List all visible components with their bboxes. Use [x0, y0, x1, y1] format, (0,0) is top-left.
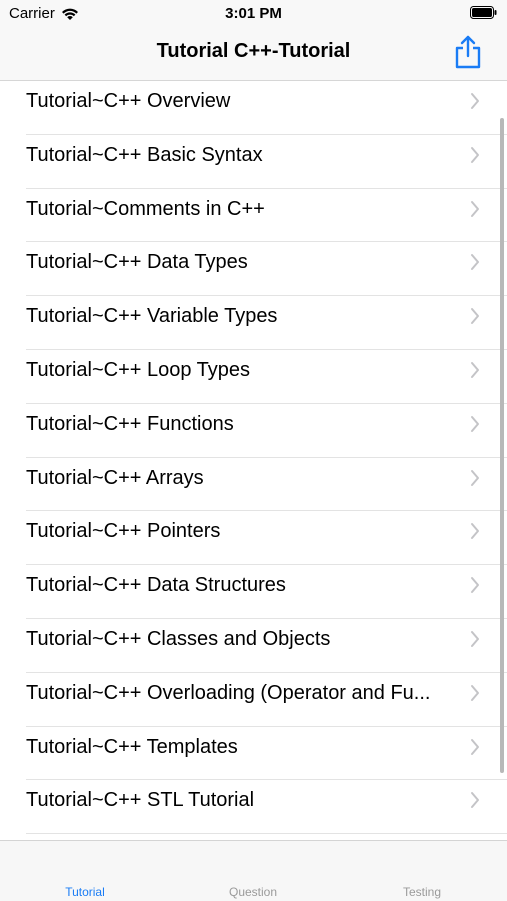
list-item[interactable]: Tutorial~C++ Pointers: [0, 511, 507, 565]
status-bar: Carrier 3:01 PM: [0, 0, 507, 28]
clock: 3:01 PM: [225, 5, 282, 22]
battery-icon: [470, 6, 497, 19]
list-item[interactable]: Tutorial~C++ Data Structures: [0, 565, 507, 619]
navigation-bar: Tutorial C++-Tutorial: [0, 28, 507, 81]
chevron-right-icon: [471, 415, 479, 432]
list-item-label: Tutorial~C++ Arrays: [26, 466, 204, 489]
list-item[interactable]: Tutorial~Comments in C++: [0, 189, 507, 243]
list-item-label: Tutorial~C++ Data Structures: [26, 574, 286, 597]
page-title: Tutorial C++-Tutorial: [156, 40, 351, 62]
chevron-right-icon: [471, 146, 479, 163]
list-item-label: Tutorial~C++ Classes and Objects: [26, 627, 331, 650]
list-item-label: Tutorial~C++ Overloading (Operator and F…: [26, 681, 431, 704]
chevron-right-icon: [471, 200, 479, 217]
list-item-label: Tutorial~C++ Basic Syntax: [26, 143, 263, 166]
list-item[interactable]: Tutorial~C++ STL Tutorial: [0, 780, 507, 834]
tutorial-list[interactable]: Tutorial~C++ Overview Tutorial~C++ Basic …: [0, 81, 507, 840]
chevron-right-icon: [471, 577, 479, 594]
share-icon[interactable]: [453, 34, 483, 70]
scroll-indicator[interactable]: [500, 118, 504, 773]
list-item-label: Tutorial~C++ Pointers: [26, 520, 221, 543]
list-item[interactable]: Tutorial~C++ Basic Syntax: [0, 135, 507, 189]
list-item-label: Tutorial~C++ Overview: [26, 90, 231, 112]
chevron-right-icon: [471, 630, 479, 647]
list-item[interactable]: Tutorial~C++ Overloading (Operator and F…: [0, 673, 507, 727]
chevron-right-icon: [471, 254, 479, 271]
chevron-right-icon: [471, 684, 479, 701]
list-item-label: Tutorial~C++ Loop Types: [26, 358, 251, 381]
list-item-label: Tutorial~C++ Data Types: [26, 251, 248, 274]
list-item-label: Tutorial~C++ Templates: [26, 735, 238, 758]
chevron-right-icon: [471, 738, 479, 755]
list-item[interactable]: Tutorial~C++ Arrays: [0, 458, 507, 512]
chevron-right-icon: [471, 93, 479, 109]
chevron-right-icon: [471, 308, 479, 325]
list-item[interactable]: Tutorial~C++ Functions: [0, 404, 507, 458]
list-item[interactable]: Tutorial~C++ Templates: [0, 727, 507, 781]
list-item[interactable]: Tutorial~C++ Loop Types: [0, 350, 507, 404]
list-item[interactable]: Tutorial~C++ Data Types: [0, 242, 507, 296]
tab-question[interactable]: Question: [193, 885, 313, 899]
list-item[interactable]: Tutorial~C++ Overview: [0, 81, 507, 135]
list-item-label: Tutorial~Comments in C++: [26, 197, 265, 220]
list-item[interactable]: Tutorial~C++ Variable Types: [0, 296, 507, 350]
tab-bar: Tutorial Question Testing: [0, 840, 507, 901]
list-item-label: Tutorial~C++ Variable Types: [26, 305, 278, 328]
tab-tutorial[interactable]: Tutorial: [25, 885, 145, 899]
chevron-right-icon: [471, 792, 479, 809]
list-item[interactable]: Tutorial~C++ Classes and Objects: [0, 619, 507, 673]
list-item-label: Tutorial~C++ STL Tutorial: [26, 789, 255, 812]
chevron-right-icon: [471, 469, 479, 486]
tab-testing[interactable]: Testing: [362, 885, 482, 899]
chevron-right-icon: [471, 361, 479, 378]
list-item-label: Tutorial~C++ Functions: [26, 412, 234, 435]
chevron-right-icon: [471, 523, 479, 540]
